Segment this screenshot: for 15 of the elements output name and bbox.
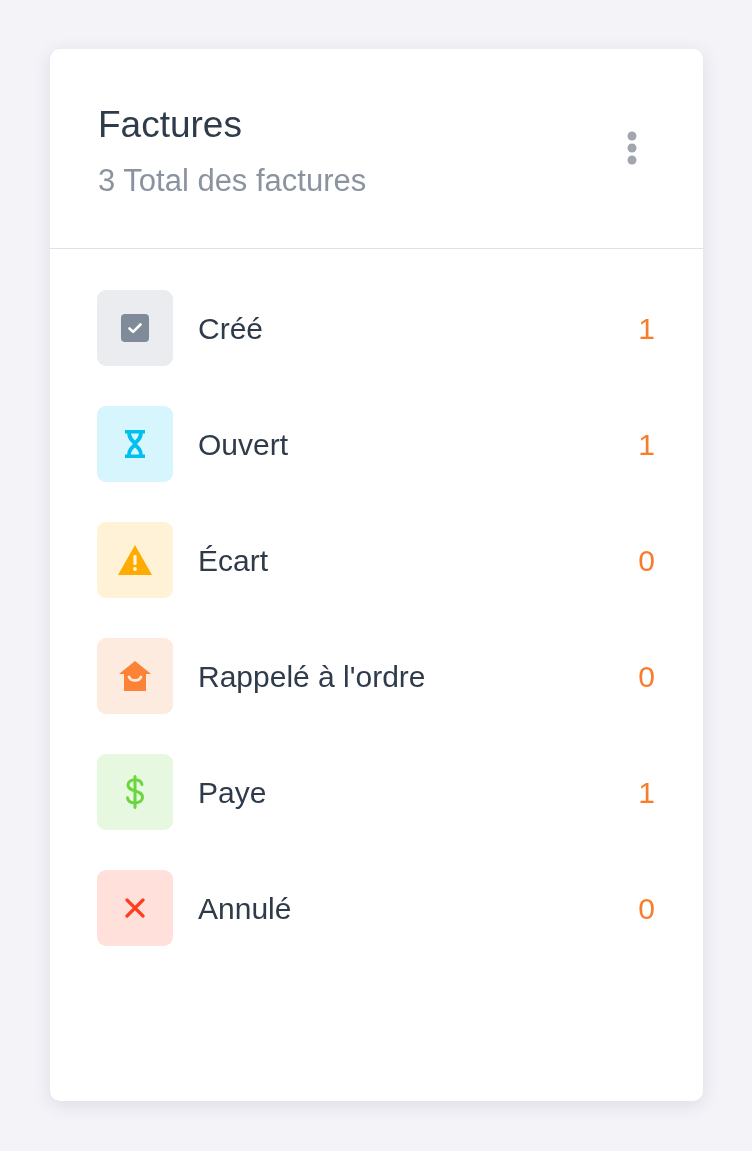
card-subtitle: 3 Total des factures — [98, 162, 367, 200]
status-label: Paye — [198, 774, 268, 811]
status-label: Écart — [198, 542, 270, 579]
status-count: 1 — [638, 310, 655, 347]
status-label: Annulé — [198, 890, 293, 927]
status-count: 0 — [638, 658, 655, 695]
status-label: Rappelé à l'ordre — [198, 658, 427, 695]
status-count: 0 — [638, 542, 655, 579]
status-label: Ouvert — [198, 426, 290, 463]
status-count: 0 — [638, 890, 655, 927]
status-count: 1 — [638, 426, 655, 463]
kebab-menu-icon — [627, 131, 637, 165]
card-title: Factures — [98, 103, 243, 147]
status-label: Créé — [198, 310, 265, 347]
status-count: 1 — [638, 774, 655, 811]
